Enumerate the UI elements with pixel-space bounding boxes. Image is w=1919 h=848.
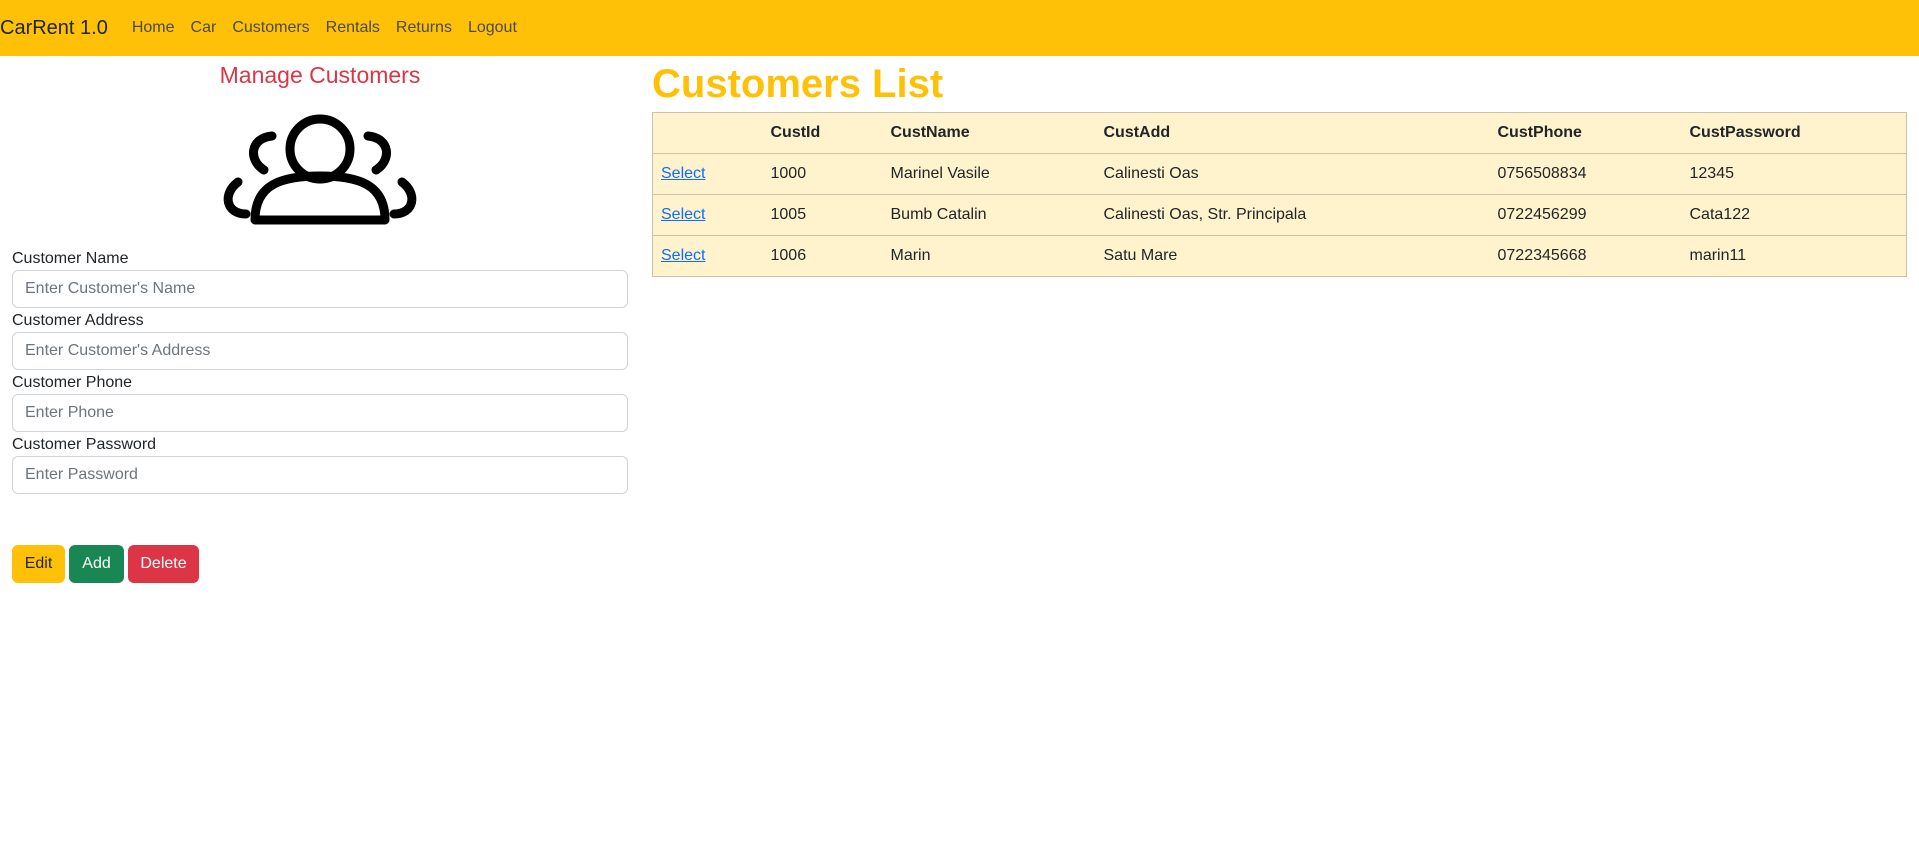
customer-password-input[interactable] (12, 456, 628, 494)
brand-logo[interactable]: CarRent 1.0 (0, 17, 108, 40)
people-group-icon (12, 112, 628, 226)
delete-button[interactable]: Delete (128, 545, 199, 583)
cell-custname: Marin (882, 235, 1096, 277)
nav-home[interactable]: Home (132, 19, 175, 37)
cell-custname: Marinel Vasile (882, 153, 1096, 195)
cell-custid: 1000 (762, 153, 883, 195)
customers-table: CustId CustName CustAdd CustPhone CustPa… (652, 112, 1907, 277)
nav-car[interactable]: Car (191, 19, 217, 37)
customers-list-title: Customers List (652, 62, 944, 106)
table-row: Select 1000 Marinel Vasile Calinesti Oas… (652, 153, 1907, 195)
manage-customers-panel: Manage Customers Customer Name Customer … (12, 56, 628, 494)
action-buttons: Edit Add Delete (12, 545, 199, 583)
cell-custphone: 0722345668 (1489, 235, 1682, 277)
customer-address-input[interactable] (12, 332, 628, 370)
cell-custpassword: 12345 (1681, 153, 1907, 195)
customer-phone-label: Customer Phone (12, 374, 133, 391)
nav-customers[interactable]: Customers (232, 19, 309, 37)
cell-custphone: 0756508834 (1489, 153, 1682, 195)
customer-address-label: Customer Address (12, 312, 144, 329)
select-link[interactable]: Select (661, 206, 705, 223)
col-header-custname: CustName (882, 112, 1096, 154)
nav-logout[interactable]: Logout (468, 19, 517, 37)
cell-custpassword: marin11 (1681, 235, 1907, 277)
manage-title: Manage Customers (219, 62, 421, 88)
customer-name-label: Customer Name (12, 250, 129, 267)
edit-button[interactable]: Edit (12, 545, 65, 583)
customer-phone-input[interactable] (12, 394, 628, 432)
col-header-select (652, 112, 763, 154)
table-header-row: CustId CustName CustAdd CustPhone CustPa… (652, 112, 1907, 154)
select-link[interactable]: Select (661, 165, 705, 182)
table-row: Select 1006 Marin Satu Mare 0722345668 m… (652, 235, 1907, 277)
cell-custadd: Calinesti Oas, Str. Principala (1095, 194, 1490, 236)
customer-password-label: Customer Password (12, 436, 157, 453)
cell-custphone: 0722456299 (1489, 194, 1682, 236)
cell-custadd: Calinesti Oas (1095, 153, 1490, 195)
add-button[interactable]: Add (69, 545, 124, 583)
nav-rentals[interactable]: Rentals (326, 19, 380, 37)
cell-custid: 1005 (762, 194, 883, 236)
cell-custpassword: Cata122 (1681, 194, 1907, 236)
cell-custname: Bumb Catalin (882, 194, 1096, 236)
cell-custadd: Satu Mare (1095, 235, 1490, 277)
col-header-custpassword: CustPassword (1681, 112, 1907, 154)
table-row: Select 1005 Bumb Catalin Calinesti Oas, … (652, 194, 1907, 236)
customers-list-panel: Customers List CustId CustName CustAdd C… (652, 56, 1907, 277)
customer-name-input[interactable] (12, 270, 628, 308)
col-header-custphone: CustPhone (1489, 112, 1682, 154)
col-header-custadd: CustAdd (1095, 112, 1490, 154)
col-header-custid: CustId (762, 112, 883, 154)
top-navbar: CarRent 1.0 Home Car Customers Rentals R… (0, 0, 1919, 56)
cell-custid: 1006 (762, 235, 883, 277)
nav-returns[interactable]: Returns (396, 19, 452, 37)
select-link[interactable]: Select (661, 247, 705, 264)
